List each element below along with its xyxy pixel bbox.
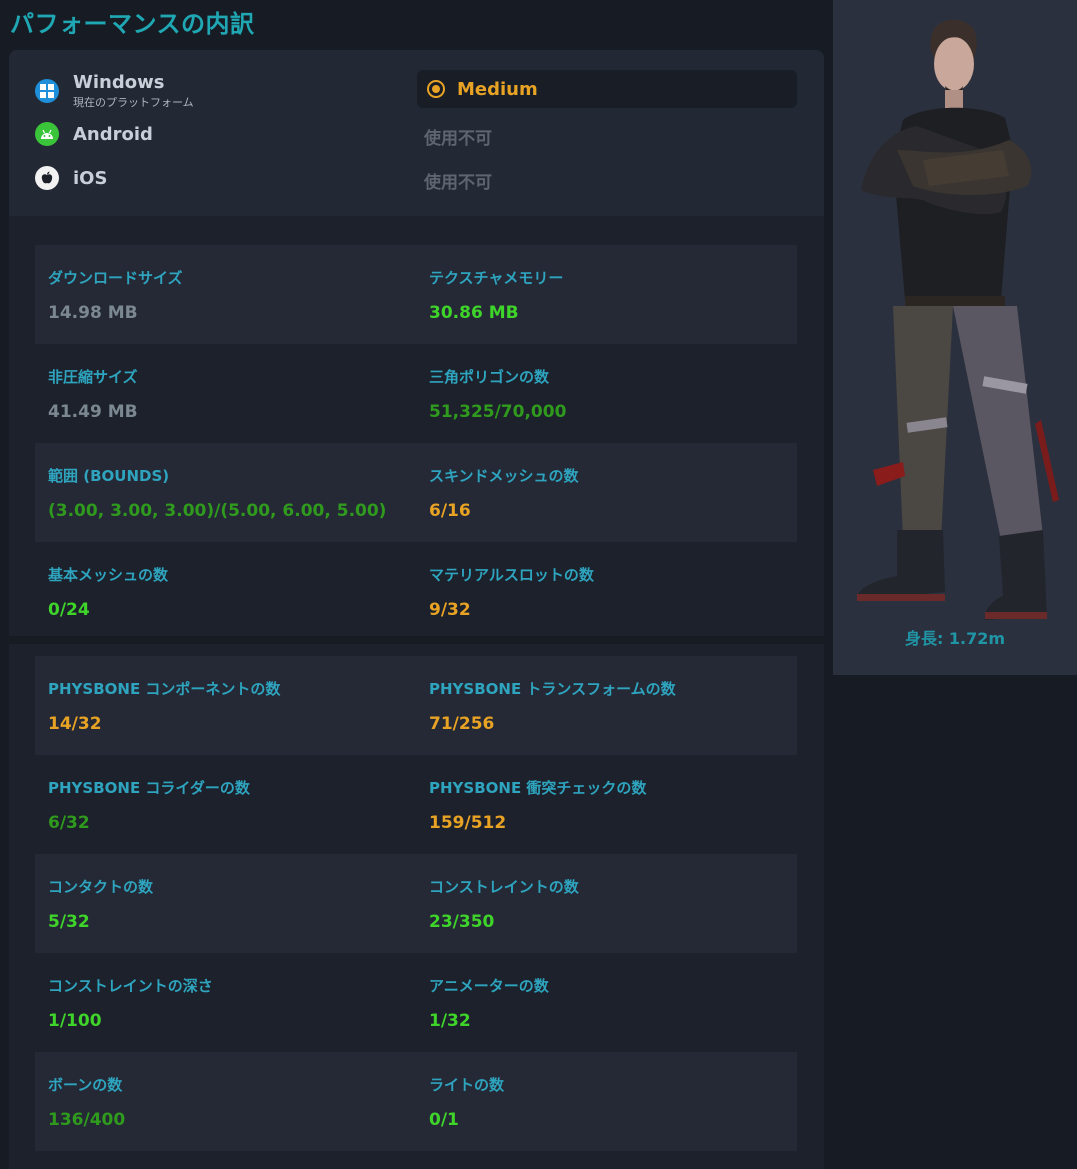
stat-cell: コンタクトの数 5/32 — [48, 854, 418, 953]
stat-value: 0/24 — [48, 600, 90, 620]
stat-row: PHYSBONE コライダーの数 6/32 PHYSBONE 衝突チェックの数 159… — [35, 755, 797, 854]
stat-cell: 基本メッシュの数 0/24 — [48, 542, 418, 641]
stat-value: 1/32 — [429, 1011, 471, 1031]
stat-cell: 三角ポリゴンの数 51,325/70,000 — [429, 344, 799, 443]
stat-row: コンタクトの数 5/32 コンストレイントの数 23/350 — [35, 854, 797, 953]
stat-row: コンストレイントの深さ 1/100 アニメーターの数 1/32 — [35, 953, 797, 1052]
stat-cell: PHYSBONE コライダーの数 6/32 — [48, 755, 418, 854]
platform-panel: Windows 現在のプラットフォーム Android iOS Medium 使… — [9, 50, 824, 216]
stats-panel-advanced: PHYSBONE コンポーネントの数 14/32 PHYSBONE トランスフォーム… — [9, 644, 824, 1169]
stat-value: 71/256 — [429, 714, 495, 734]
stat-value: 6/16 — [429, 501, 471, 521]
stat-value: 9/32 — [429, 600, 471, 620]
avatar-figure — [856, 19, 1059, 620]
medium-rating-icon — [427, 80, 445, 98]
stat-value: 0/1 — [429, 1110, 459, 1130]
stat-label: テクスチャメモリー — [429, 269, 564, 287]
stat-label: PHYSBONE トランスフォームの数 — [429, 680, 676, 698]
platform-sub: 現在のプラットフォーム — [73, 96, 194, 109]
stat-row: ボーンの数 136/400 ライトの数 0/1 — [35, 1052, 797, 1151]
stat-value: 41.49 MB — [48, 402, 138, 422]
platform-windows[interactable]: Windows 現在のプラットフォーム — [35, 72, 194, 110]
stat-row: 範囲 (BOUNDS) (3.00, 3.00, 3.00)/(5.00, 6.0… — [35, 443, 797, 542]
stat-cell: コンストレイントの深さ 1/100 — [48, 953, 418, 1052]
stat-label: 基本メッシュの数 — [48, 566, 169, 584]
stat-label: PHYSBONE コライダーの数 — [48, 779, 250, 797]
stat-label: コンタクトの数 — [48, 878, 154, 896]
avatar-preview[interactable]: 身長: 1.72m — [833, 0, 1077, 675]
platform-name: Windows — [73, 72, 165, 93]
avatar-height: 身長: 1.72m — [904, 629, 1006, 648]
stat-value: 30.86 MB — [429, 303, 519, 323]
stat-value: 14/32 — [48, 714, 102, 734]
stat-label: ボーンの数 — [48, 1076, 123, 1094]
stat-cell: 範囲 (BOUNDS) (3.00, 3.00, 3.00)/(5.00, 6.0… — [48, 443, 418, 542]
stats-panel-basic: ダウンロードサイズ 14.98 MB テクスチャメモリー 30.86 MB 非圧縮サイズ… — [9, 216, 824, 636]
stat-label: ライトの数 — [429, 1076, 505, 1094]
stat-cell: スキンドメッシュの数 6/16 — [429, 443, 799, 542]
platform-ios[interactable]: iOS — [35, 166, 107, 190]
stat-cell: テクスチャメモリー 30.86 MB — [429, 245, 799, 344]
stat-cell: PHYSBONE 衝突チェックの数 159/512 — [429, 755, 799, 854]
stat-value: (3.00, 3.00, 3.00)/(5.00, 6.00, 5.00) — [48, 501, 387, 521]
stat-value: 159/512 — [429, 813, 507, 833]
stat-cell: PHYSBONE トランスフォームの数 71/256 — [429, 656, 799, 755]
stat-cell: 非圧縮サイズ 41.49 MB — [48, 344, 418, 443]
stat-value: 51,325/70,000 — [429, 402, 567, 422]
stat-label: PHYSBONE 衝突チェックの数 — [429, 779, 647, 797]
stat-label: 非圧縮サイズ — [48, 368, 138, 386]
rating-android: 使用不可 — [424, 129, 492, 149]
stat-cell: コンストレイントの数 23/350 — [429, 854, 799, 953]
stat-row: ダウンロードサイズ 14.98 MB テクスチャメモリー 30.86 MB — [35, 245, 797, 344]
stat-label: スキンドメッシュの数 — [429, 467, 579, 485]
page-title: パフォーマンスの内訳 — [10, 10, 255, 38]
stat-label: 範囲 (BOUNDS) — [48, 467, 170, 485]
stat-cell: アニメーターの数 1/32 — [429, 953, 799, 1052]
stat-cell: ボーンの数 136/400 — [48, 1052, 418, 1151]
stat-row: 基本メッシュの数 0/24 マテリアルスロットの数 9/32 — [35, 542, 797, 641]
stat-cell: PHYSBONE コンポーネントの数 14/32 — [48, 656, 418, 755]
android-icon — [35, 122, 59, 146]
stat-label: コンストレイントの深さ — [48, 977, 213, 995]
stat-row: 非圧縮サイズ 41.49 MB 三角ポリゴンの数 51,325/70,000 — [35, 344, 797, 443]
platform-name: Android — [73, 123, 153, 145]
stat-label: ダウンロードサイズ — [48, 269, 183, 287]
platform-android[interactable]: Android — [35, 122, 153, 146]
stat-cell: マテリアルスロットの数 9/32 — [429, 542, 799, 641]
stat-value: 6/32 — [48, 813, 90, 833]
stat-value: 1/100 — [48, 1011, 102, 1031]
stat-label: アニメーターの数 — [429, 977, 549, 995]
rating-ios: 使用不可 — [424, 173, 492, 193]
rating-badge-windows: Medium — [417, 70, 797, 108]
stat-value: 5/32 — [48, 912, 90, 932]
stat-cell: ダウンロードサイズ 14.98 MB — [48, 245, 418, 344]
stat-value: 23/350 — [429, 912, 495, 932]
windows-icon — [35, 79, 59, 103]
stat-value: 14.98 MB — [48, 303, 138, 323]
platform-name: iOS — [73, 167, 108, 189]
rating-label: Medium — [457, 78, 538, 100]
stat-label: PHYSBONE コンポーネントの数 — [48, 680, 281, 698]
stat-label: マテリアルスロットの数 — [429, 566, 594, 584]
stat-row: PHYSBONE コンポーネントの数 14/32 PHYSBONE トランスフォーム… — [35, 656, 797, 755]
stat-label: 三角ポリゴンの数 — [429, 368, 550, 386]
stat-value: 136/400 — [48, 1110, 126, 1130]
apple-icon — [35, 166, 59, 190]
stat-label: コンストレイントの数 — [429, 878, 579, 896]
stat-cell: ライトの数 0/1 — [429, 1052, 799, 1151]
